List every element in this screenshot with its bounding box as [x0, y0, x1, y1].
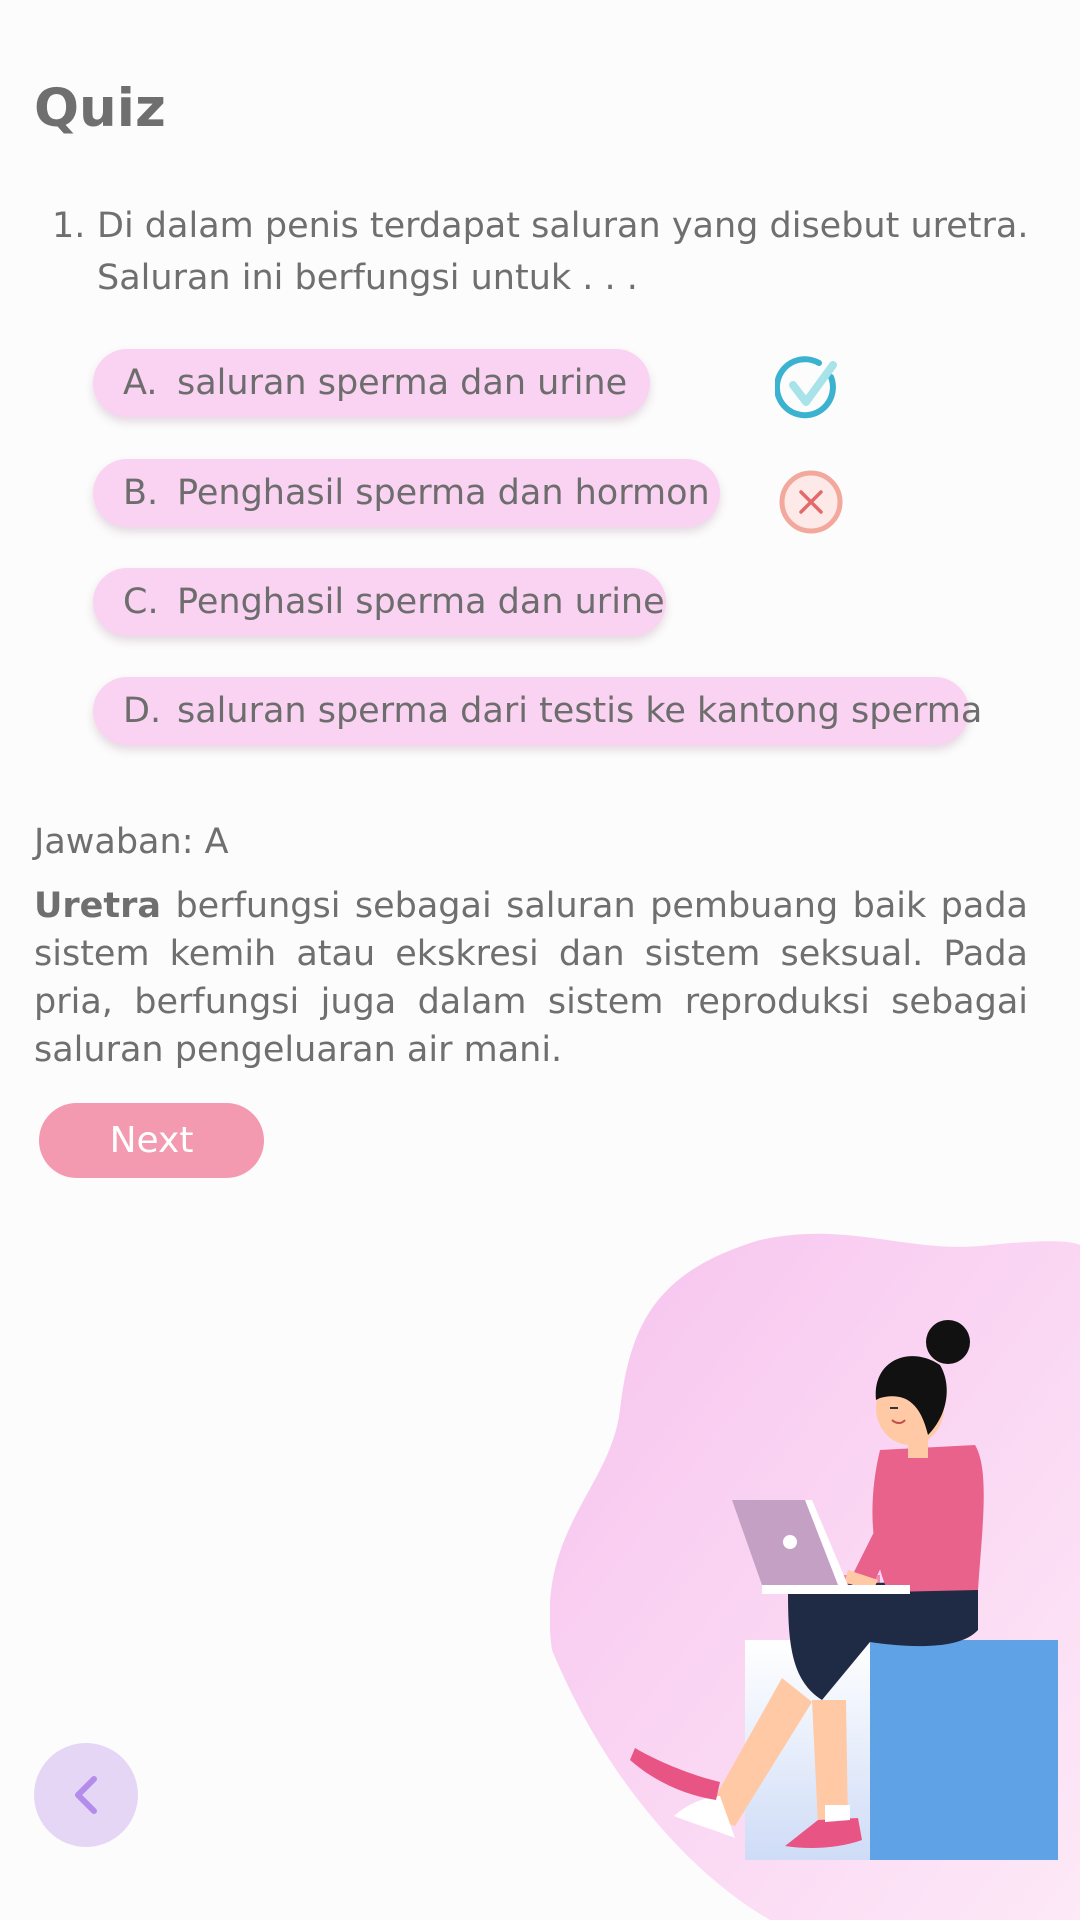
answer-label: Jawaban: A	[34, 822, 229, 862]
option-letter: B.	[123, 473, 159, 513]
option-text: Penghasil sperma dan urine	[177, 582, 665, 622]
option-text: saluran sperma dan urine	[177, 363, 628, 403]
close-circle-icon	[779, 470, 843, 534]
option-letter: D.	[123, 691, 162, 731]
option-d[interactable]: D. saluran sperma dari testis ke kantong…	[93, 677, 982, 745]
option-b[interactable]: B. Penghasil sperma dan hormon	[93, 459, 720, 527]
page-title: Quiz	[34, 78, 166, 139]
woman-with-laptop-illustration	[550, 1233, 1080, 1920]
explanation-text: berfungsi sebagai saluran pembuang baik …	[34, 886, 1028, 1070]
option-letter: A.	[123, 363, 158, 403]
option-text: Penghasil sperma dan hormon	[177, 473, 710, 513]
explanation-term: Uretra	[34, 886, 162, 926]
option-text: saluran sperma dari testis ke kantong sp…	[177, 691, 983, 731]
question: 1. Di dalam penis terdapat saluran yang …	[52, 200, 1032, 304]
option-c[interactable]: C. Penghasil sperma dan urine	[93, 568, 666, 636]
question-number: 1.	[52, 206, 86, 246]
question-text: Di dalam penis terdapat saluran yang dis…	[97, 206, 1029, 298]
answer-explanation: Uretra berfungsi sebagai saluran pembuan…	[34, 882, 1028, 1074]
option-letter: C.	[123, 582, 159, 622]
back-button[interactable]	[34, 1743, 138, 1847]
chevron-left-icon	[75, 1776, 97, 1814]
option-a[interactable]: A. saluran sperma dan urine	[93, 349, 650, 417]
next-button[interactable]: Next	[39, 1103, 264, 1178]
check-circle-icon	[775, 356, 837, 419]
